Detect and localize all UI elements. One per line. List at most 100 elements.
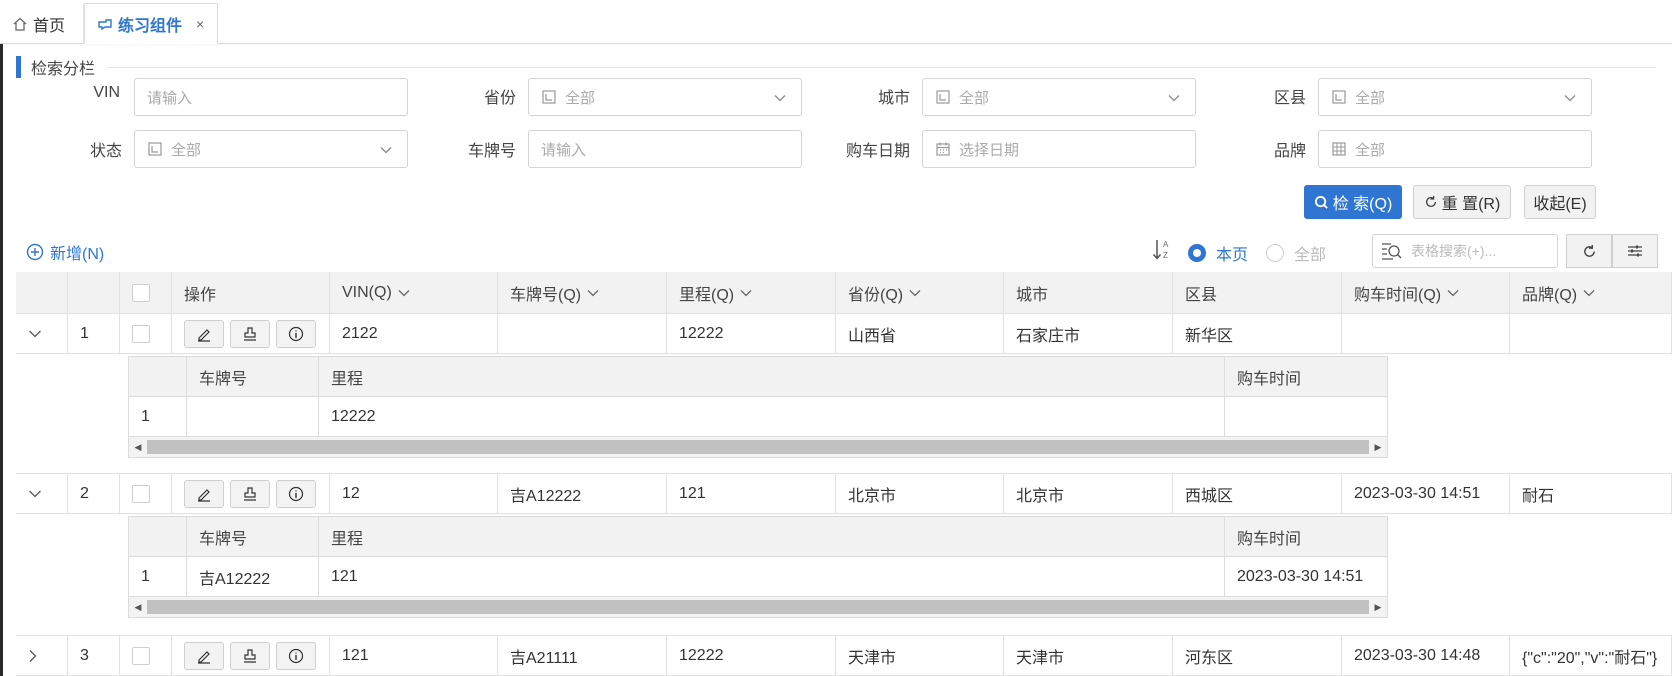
- buy-date-label: 购车日期: [845, 143, 910, 160]
- row-plate: [498, 314, 667, 354]
- info-icon: [288, 326, 304, 341]
- city-label: 城市: [877, 90, 910, 107]
- status-value: 全部: [171, 141, 202, 159]
- edit-button[interactable]: [184, 479, 224, 508]
- edit-pen-icon: [198, 328, 210, 342]
- row-expand-toggle[interactable]: [16, 474, 68, 514]
- detail-horizontal-scrollbar[interactable]: ◀ ▶: [129, 597, 1387, 617]
- table-search-icon: [1382, 243, 1402, 260]
- info-icon: [288, 648, 304, 663]
- district-select[interactable]: 全部: [1318, 78, 1592, 116]
- scroll-right-arrow-icon[interactable]: ▶: [1369, 442, 1387, 453]
- row-detail-panel: 车牌号 里程 购车时间 1 吉A12222 121 2023-03-30 14:…: [16, 514, 1672, 636]
- detail-plate-header: 车牌号: [187, 517, 319, 556]
- sort-az-icon[interactable]: AZ: [1152, 238, 1174, 262]
- row-expand-toggle[interactable]: [16, 314, 68, 354]
- tab-practice-components[interactable]: 练习组件 ×: [84, 3, 218, 44]
- close-icon[interactable]: ×: [196, 16, 204, 32]
- buy-date-placeholder: 选择日期: [959, 141, 1020, 159]
- row-index: 1: [68, 314, 120, 354]
- status-label: 状态: [89, 143, 122, 160]
- vin-input[interactable]: 请输入: [134, 78, 408, 116]
- plate-placeholder: 请输入: [541, 141, 587, 159]
- detail-horizontal-scrollbar[interactable]: ◀ ▶: [129, 437, 1387, 457]
- home-icon: [13, 17, 27, 31]
- detail-buy-time: [1225, 397, 1387, 436]
- row-checkbox[interactable]: [132, 646, 150, 665]
- detail-index-header: [129, 357, 187, 396]
- column-settings-button[interactable]: [1612, 234, 1658, 268]
- brand-label: 品牌: [1273, 143, 1306, 160]
- collapse-button[interactable]: 收起(E): [1524, 185, 1596, 219]
- search-icon: [1314, 195, 1328, 209]
- tab-home[interactable]: 首页: [0, 4, 84, 44]
- row-city: 北京市: [1004, 474, 1173, 514]
- city-select[interactable]: 全部: [922, 78, 1196, 116]
- table-search-input[interactable]: 表格搜索(+)...: [1372, 234, 1558, 268]
- row-district: 新华区: [1173, 314, 1342, 354]
- add-new-button[interactable]: 新增(N): [26, 240, 104, 264]
- row-vin: 2122: [330, 314, 498, 354]
- row-checkbox[interactable]: [132, 484, 150, 503]
- chevron-down-icon: [1168, 95, 1180, 102]
- row-province: 天津市: [836, 636, 1004, 676]
- row-expand-toggle[interactable]: [16, 636, 68, 676]
- row-brand: 耐石: [1510, 474, 1672, 514]
- plate-input[interactable]: 请输入: [528, 130, 802, 168]
- province-column-header[interactable]: 省份(Q): [836, 272, 1004, 314]
- chevron-down-icon: [29, 330, 41, 337]
- scrollbar-thumb[interactable]: [147, 440, 1369, 454]
- scrollbar-thumb[interactable]: [147, 600, 1369, 614]
- mileage-header-label: 里程(Q): [679, 286, 735, 304]
- brand-select[interactable]: 全部: [1318, 130, 1592, 168]
- table-row[interactable]: 2 12 吉A12222 121 北京市 北京市 西城区 2023-03-30 …: [16, 474, 1672, 514]
- row-select: [120, 636, 172, 676]
- buy-date-picker[interactable]: 选择日期: [922, 130, 1196, 168]
- edit-button[interactable]: [184, 319, 224, 348]
- status-select[interactable]: 全部: [134, 130, 408, 168]
- row-select: [120, 474, 172, 514]
- stamp-button[interactable]: [230, 319, 270, 348]
- row-buy-time: 2023-03-30 14:48: [1342, 636, 1510, 676]
- radio-all[interactable]: 全部: [1266, 241, 1326, 265]
- stamp-button[interactable]: [230, 641, 270, 670]
- chevron-down-icon: [398, 289, 410, 296]
- grid-icon: [1332, 142, 1346, 156]
- calendar-icon: [936, 142, 950, 156]
- detail-plate: [187, 397, 319, 436]
- plate-column-header[interactable]: 车牌号(Q): [498, 272, 667, 314]
- edit-button[interactable]: [184, 641, 224, 670]
- district-label: 区县: [1273, 90, 1306, 107]
- table-search-placeholder: 表格搜索(+)...: [1411, 243, 1497, 259]
- row-province: 山西省: [836, 314, 1004, 354]
- row-checkbox[interactable]: [132, 324, 150, 343]
- buy-time-column-header[interactable]: 购车时间(Q): [1342, 272, 1510, 314]
- table-row[interactable]: 1 2122 12222 山西省 石家庄市 新华区: [16, 314, 1672, 354]
- plate-label: 车牌号: [467, 143, 516, 160]
- province-select[interactable]: 全部: [528, 78, 802, 116]
- info-button[interactable]: [276, 319, 316, 348]
- detail-table: 车牌号 里程 购车时间 1 吉A12222 121 2023-03-30 14:…: [128, 516, 1388, 618]
- detail-plate-header: 车牌号: [187, 357, 319, 396]
- select-all-header: [120, 272, 172, 314]
- scroll-right-arrow-icon[interactable]: ▶: [1369, 602, 1387, 613]
- vin-label: VIN: [93, 84, 120, 101]
- search-button[interactable]: 检 索(Q): [1304, 185, 1402, 219]
- reset-button[interactable]: 重 置(R): [1413, 185, 1511, 219]
- brand-column-header[interactable]: 品牌(Q): [1510, 272, 1672, 314]
- window-edge: [0, 0, 3, 676]
- select-all-checkbox[interactable]: [132, 283, 150, 302]
- vin-column-header[interactable]: VIN(Q): [330, 272, 498, 314]
- info-button[interactable]: [276, 479, 316, 508]
- province-label: 省份: [483, 90, 516, 107]
- scroll-left-arrow-icon[interactable]: ◀: [129, 442, 147, 453]
- mileage-column-header[interactable]: 里程(Q): [667, 272, 836, 314]
- scroll-left-arrow-icon[interactable]: ◀: [129, 602, 147, 613]
- table-row[interactable]: 3 121 吉A21111 12222 天津市 天津市 河东区 2023-03-…: [16, 636, 1672, 676]
- stamp-button[interactable]: [230, 479, 270, 508]
- radio-this-page[interactable]: 本页: [1188, 241, 1248, 265]
- refresh-table-button[interactable]: [1566, 234, 1612, 268]
- chevron-down-icon: [740, 289, 752, 296]
- detail-index-header: [129, 517, 187, 556]
- info-button[interactable]: [276, 641, 316, 670]
